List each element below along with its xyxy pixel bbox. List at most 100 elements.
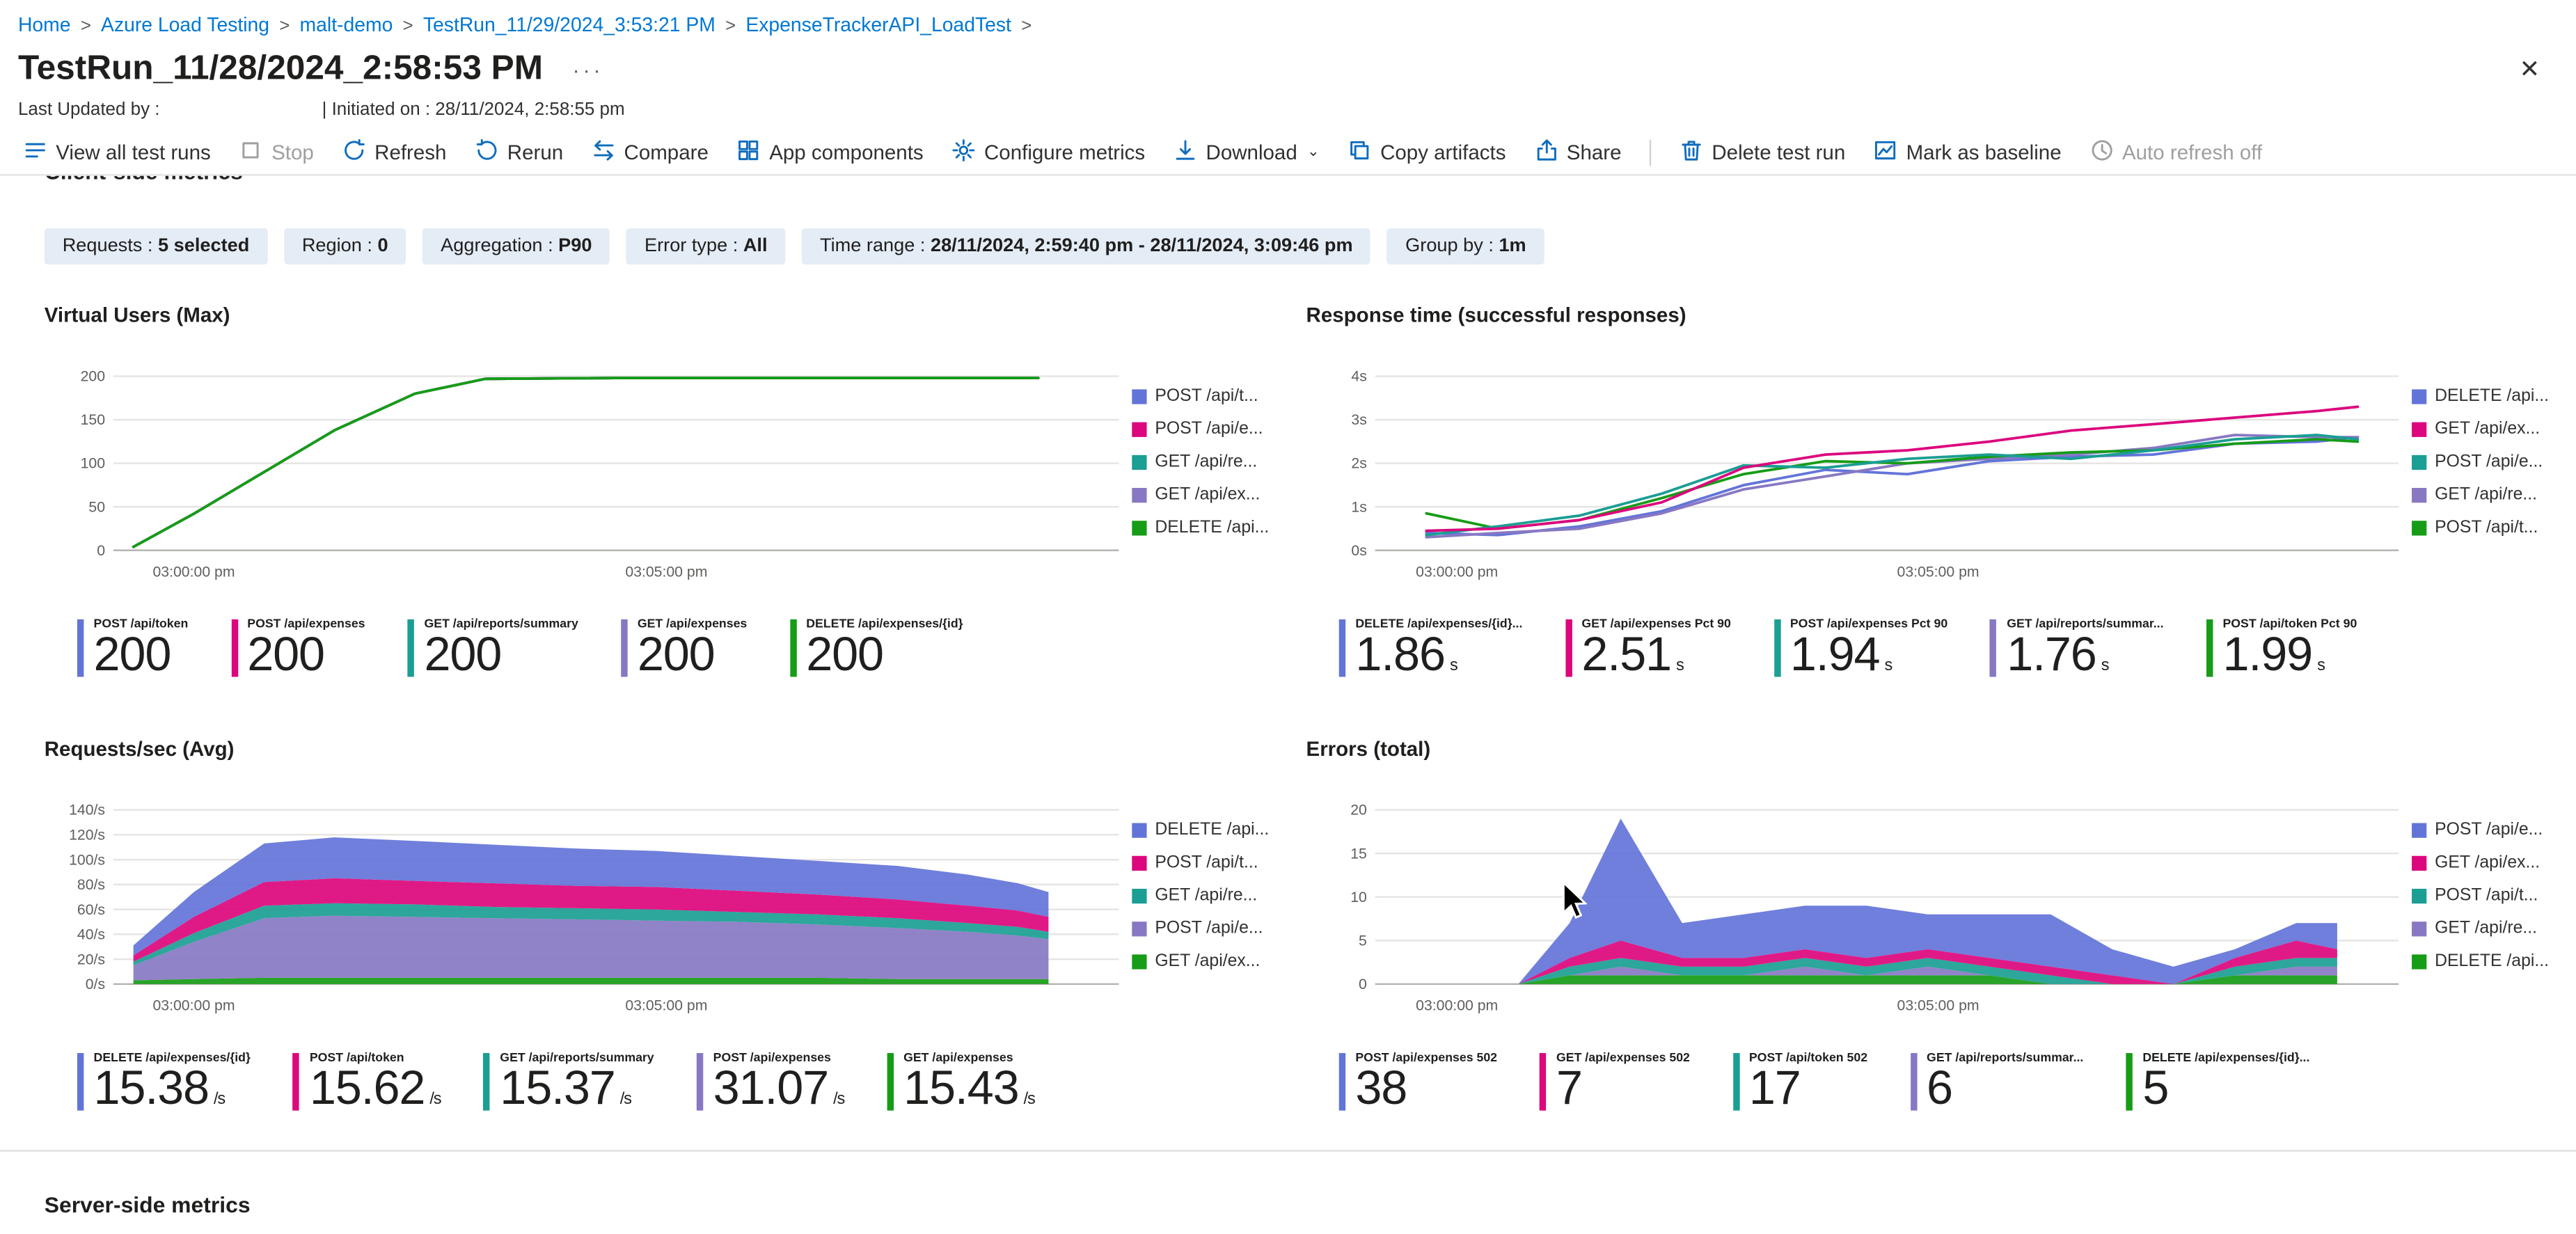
breadcrumb-item-azure-load-testing[interactable]: Azure Load Testing — [101, 13, 269, 36]
svg-text:20: 20 — [1350, 802, 1367, 819]
svg-text:03:00:00 pm: 03:00:00 pm — [1416, 564, 1498, 580]
filter-pill-requests[interactable]: Requests : 5 selected — [45, 228, 268, 264]
svg-text:10: 10 — [1350, 889, 1367, 906]
command-label: Compare — [624, 141, 709, 164]
refresh-button[interactable]: Refresh — [342, 137, 447, 166]
filter-pill-time-range[interactable]: Time range : 28/11/2024, 2:59:40 pm - 28… — [802, 228, 1371, 264]
breadcrumb-item-malt-demo[interactable]: malt-demo — [300, 13, 393, 36]
legend-item-get-api-ex[interactable]: GET /api/ex... — [2412, 419, 2559, 438]
copy-artifacts-button[interactable]: Copy artifacts — [1348, 137, 1506, 166]
command-label: Auto refresh off — [2122, 141, 2262, 164]
legend-item-post-api-e[interactable]: POST /api/e... — [1132, 419, 1279, 438]
svg-text:120/s: 120/s — [69, 827, 105, 844]
legend-item-delete-api[interactable]: DELETE /api... — [2412, 386, 2559, 406]
stat-card-post-api-token: POST /api/token15.62/s — [293, 1050, 441, 1115]
stat-value: 200 — [806, 631, 963, 681]
legend-swatch — [1132, 454, 1146, 469]
auto-refresh-off-button[interactable]: Auto refresh off — [2089, 137, 2262, 166]
legend-item-get-api-re[interactable]: GET /api/re... — [1132, 886, 1279, 905]
command-label: Download — [1206, 141, 1297, 164]
stat-card-delete-api-expenses-id: DELETE /api/expenses/{id}...5 — [2126, 1050, 2310, 1115]
refresh-icon — [342, 137, 366, 166]
share-button[interactable]: Share — [1534, 137, 1622, 166]
breadcrumb-item-home[interactable]: Home — [18, 13, 71, 36]
filter-value: 5 selected — [158, 237, 249, 256]
close-button[interactable]: ✕ — [2509, 56, 2550, 84]
legend-item-get-api-re[interactable]: GET /api/re... — [1132, 452, 1279, 471]
legend-item-post-api-t[interactable]: POST /api/t... — [2412, 886, 2559, 905]
breadcrumb-separator: > — [279, 17, 290, 36]
app-components-button[interactable]: App components — [736, 137, 924, 166]
svg-text:2s: 2s — [1351, 455, 1366, 472]
configure-metrics-button[interactable]: Configure metrics — [951, 137, 1145, 166]
command-label: Delete test run — [1712, 141, 1845, 164]
stat-value: 200 — [638, 631, 747, 681]
legend-label: POST /api/t... — [2435, 886, 2538, 905]
stat-unit: /s — [1024, 1091, 1035, 1109]
chart-response-time-successful-responses: Response time (successful responses)0s1s… — [1306, 304, 2560, 681]
breadcrumb-item-testrun-11-29-2024-3-53-21-pm[interactable]: TestRun_11/29/2024_3:53:21 PM — [423, 13, 716, 36]
breadcrumb-separator: > — [1021, 17, 1032, 36]
filter-pill-error-type[interactable]: Error type : All — [626, 228, 785, 264]
share-icon — [1534, 137, 1558, 166]
stat-card-post-api-expenses: POST /api/expenses31.07/s — [697, 1050, 844, 1115]
chart-legend: POST /api/t... POST /api/e... GET /api/re.… — [1132, 360, 1279, 606]
breadcrumb-separator: > — [403, 17, 413, 36]
stat-card-delete-api-expenses-id: DELETE /api/expenses/{id}15.38/s — [77, 1050, 251, 1115]
legend-item-delete-api[interactable]: DELETE /api... — [1132, 518, 1279, 537]
stat-card-get-api-expenses-502: GET /api/expenses 5027 — [1540, 1050, 1689, 1115]
svg-text:1s: 1s — [1351, 498, 1366, 515]
mark-as-baseline-button[interactable]: Mark as baseline — [1873, 137, 2061, 166]
legend-swatch — [2412, 889, 2426, 903]
svg-text:0s: 0s — [1351, 542, 1366, 559]
legend-item-post-api-e[interactable]: POST /api/e... — [1132, 919, 1279, 938]
configure-metrics-icon — [951, 137, 976, 166]
view-all-test-runs-button[interactable]: View all test runs — [23, 137, 211, 166]
rerun-icon — [475, 137, 499, 166]
legend-item-get-api-re[interactable]: GET /api/re... — [2412, 484, 2559, 504]
initiated-on-label: | Initiated on : 28/11/2024, 2:58:55 pm — [322, 100, 625, 120]
compare-button[interactable]: Compare — [591, 137, 709, 166]
legend-item-post-api-t[interactable]: POST /api/t... — [1132, 386, 1279, 406]
stat-unit: s — [2317, 657, 2325, 675]
breadcrumb-item-expensetrackerapi-loadtest[interactable]: ExpenseTrackerAPI_LoadTest — [745, 13, 1011, 36]
stat-color-bar — [408, 619, 414, 677]
legend-item-delete-api[interactable]: DELETE /api... — [1132, 821, 1279, 840]
stat-color-bar — [1991, 619, 1997, 677]
stat-card-delete-api-expenses-id: DELETE /api/expenses/{id}...1.86s — [1339, 616, 1523, 681]
filter-pill-region[interactable]: Region : 0 — [284, 228, 406, 264]
legend-item-delete-api[interactable]: DELETE /api... — [2412, 952, 2559, 972]
legend-swatch — [2412, 856, 2426, 871]
svg-text:50: 50 — [88, 498, 105, 515]
legend-item-post-api-e[interactable]: POST /api/e... — [2412, 452, 2559, 471]
legend-item-get-api-ex[interactable]: GET /api/ex... — [2412, 853, 2559, 873]
svg-text:3s: 3s — [1351, 411, 1366, 428]
stat-value: 15.43/s — [903, 1066, 1035, 1116]
toolbar-divider — [1650, 139, 1651, 165]
filter-pill-group-by[interactable]: Group by : 1m — [1387, 228, 1544, 264]
more-options-button[interactable]: ··· — [573, 56, 604, 81]
stat-card-get-api-reports-summar: GET /api/reports/summar...6 — [1910, 1050, 2083, 1115]
legend-item-post-api-t[interactable]: POST /api/t... — [2412, 518, 2559, 537]
download-button[interactable]: Download⌄ — [1173, 137, 1319, 166]
legend-item-get-api-re[interactable]: GET /api/re... — [2412, 919, 2559, 938]
stat-card-get-api-reports-summary: GET /api/reports/summary15.37/s — [484, 1050, 654, 1115]
chart-legend: DELETE /api... GET /api/ex... POST /api/e.… — [2412, 360, 2559, 606]
delete-test-run-button[interactable]: Delete test run — [1679, 137, 1845, 166]
stat-value: 38 — [1355, 1066, 1497, 1116]
rerun-button[interactable]: Rerun — [475, 137, 564, 166]
svg-text:100: 100 — [81, 455, 105, 472]
stat-card-delete-api-expenses-id: DELETE /api/expenses/{id}200 — [790, 616, 963, 681]
stop-button[interactable]: Stop — [239, 137, 314, 166]
stat-unit: s — [1884, 657, 1892, 675]
legend-item-post-api-t[interactable]: POST /api/t... — [1132, 853, 1279, 873]
command-bar: View all test runs Stop Refresh Rerun Compar… — [0, 129, 2576, 175]
svg-text:200: 200 — [81, 368, 105, 385]
breadcrumb-separator: > — [81, 17, 91, 36]
filter-pill-aggregation[interactable]: Aggregation : P90 — [422, 228, 610, 264]
stat-card-get-api-expenses: GET /api/expenses200 — [621, 616, 747, 681]
filter-value: All — [743, 237, 768, 256]
legend-item-get-api-ex[interactable]: GET /api/ex... — [1132, 952, 1279, 972]
legend-item-get-api-ex[interactable]: GET /api/ex... — [1132, 484, 1279, 504]
legend-item-post-api-e[interactable]: POST /api/e... — [2412, 821, 2559, 840]
